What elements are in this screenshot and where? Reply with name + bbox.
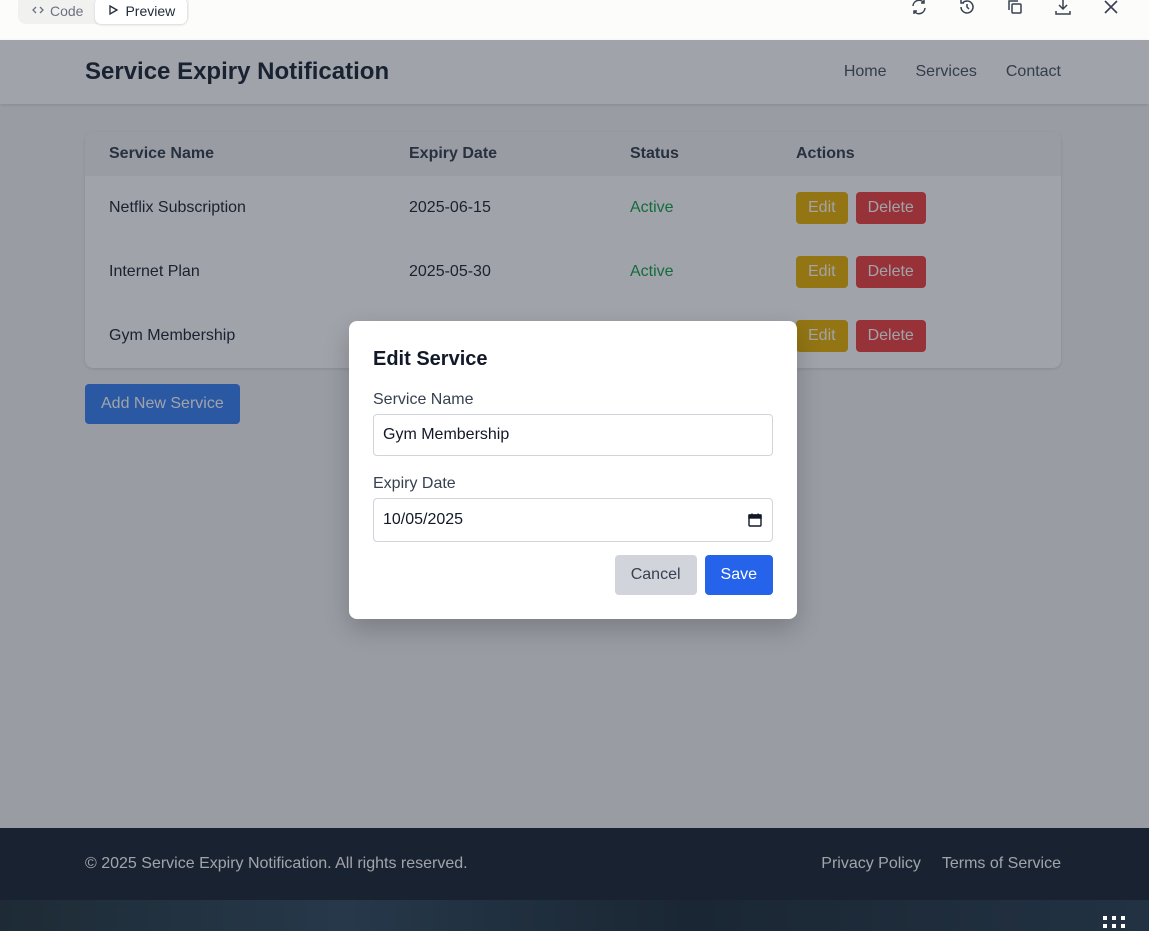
tab-code[interactable]: Code [20, 0, 95, 24]
view-tabs: Code Preview [18, 0, 190, 24]
calendar-icon[interactable] [747, 512, 763, 528]
download-icon[interactable] [1053, 0, 1073, 17]
tab-code-label: Code [50, 3, 84, 19]
save-button[interactable]: Save [704, 555, 773, 595]
close-icon[interactable] [1101, 0, 1121, 17]
copy-icon[interactable] [1005, 0, 1025, 17]
cancel-button[interactable]: Cancel [614, 555, 697, 595]
history-icon[interactable] [957, 0, 977, 17]
preview-toolbar: Code Preview [0, 0, 1149, 40]
service-name-input[interactable]: Gym Membership [373, 414, 773, 456]
service-name-value: Gym Membership [383, 426, 510, 443]
expiry-date-input[interactable]: 10/05/2025 [373, 498, 773, 542]
service-name-label: Service Name [373, 391, 474, 408]
refresh-icon[interactable] [909, 0, 929, 17]
expiry-date-label: Expiry Date [373, 475, 456, 492]
tab-preview[interactable]: Preview [95, 0, 188, 24]
code-icon [32, 3, 44, 19]
expiry-date-value: 10/05/2025 [383, 511, 464, 528]
edit-service-modal: Edit Service Service Name Gym Membership… [349, 321, 797, 619]
tab-preview-label: Preview [125, 3, 176, 19]
desktop-background-strip [0, 900, 1149, 931]
play-icon [107, 3, 119, 19]
modal-title: Edit Service [373, 348, 488, 370]
apps-grid-icon[interactable] [1103, 916, 1127, 930]
